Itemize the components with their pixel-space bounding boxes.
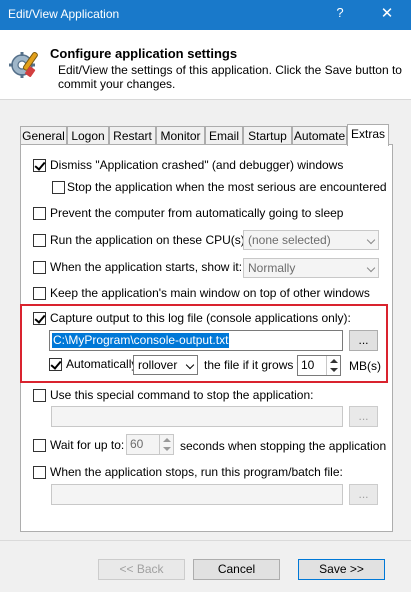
arrow-down-icon <box>330 368 338 372</box>
log-file-browse-button[interactable]: ... <box>349 330 378 351</box>
stop-serious-checkbox[interactable] <box>52 181 65 194</box>
log-file-path-value: C:\MyProgram\console-output.txt <box>52 333 230 348</box>
rollover-mode-value: rollover <box>138 358 178 372</box>
close-button[interactable]: ✕ <box>377 4 397 24</box>
run-on-stop-row[interactable]: When the application stops, run this pro… <box>33 465 373 481</box>
run-on-stop-checkbox[interactable] <box>33 466 46 479</box>
wait-seconds-spin-buttons[interactable] <box>159 435 173 454</box>
arrow-down-icon <box>163 447 171 451</box>
show-on-start-label: When the application starts, show it: <box>50 260 243 274</box>
stop-command-label: Use this special command to stop the app… <box>50 388 314 402</box>
log-file-path-input[interactable]: C:\MyProgram\console-output.txt <box>49 330 343 351</box>
keep-on-top-row[interactable]: Keep the application's main window on to… <box>33 286 373 302</box>
stop-command-checkbox[interactable] <box>33 389 46 402</box>
run-on-stop-browse-button[interactable]: ... <box>349 484 378 505</box>
grows-to-label: the file if it grows to <box>204 358 307 372</box>
arrow-up-icon <box>163 438 171 442</box>
rollover-mode-select[interactable]: rollover <box>133 355 198 375</box>
run-on-cpus-row[interactable]: Run the application on these CPU(s): <box>33 233 248 249</box>
dialog-header: Configure application settings Edit/View… <box>0 30 411 100</box>
back-button[interactable]: << Back <box>98 559 185 580</box>
wait-seconds-suffix: seconds when stopping the application <box>180 439 387 453</box>
log-size-spin-buttons[interactable] <box>326 356 340 375</box>
stop-command-row[interactable]: Use this special command to stop the app… <box>33 388 373 404</box>
log-size-value: 10 <box>301 358 315 372</box>
chevron-down-icon <box>185 360 195 370</box>
title-bar: Edit/View Application ? ✕ <box>0 0 411 30</box>
settings-gear-icon <box>9 51 38 78</box>
footer-divider <box>0 540 411 541</box>
tab-monitor[interactable]: Monitor <box>156 126 205 145</box>
show-on-start-checkbox[interactable] <box>33 261 46 274</box>
capture-output-label: Capture output to this log file (console… <box>50 311 351 325</box>
dismiss-crashed-row[interactable]: Dismiss "Application crashed" (and debug… <box>33 158 373 174</box>
header-title: Configure application settings <box>50 46 238 61</box>
tab-logon[interactable]: Logon <box>67 126 109 145</box>
window-title: Edit/View Application <box>8 7 120 21</box>
stop-serious-row[interactable]: Stop the application when the most serio… <box>52 180 387 196</box>
run-on-cpus-checkbox[interactable] <box>33 234 46 247</box>
prevent-sleep-label: Prevent the computer from automatically … <box>50 206 344 220</box>
wait-for-label: Wait for up to: <box>50 438 125 452</box>
chevron-down-icon <box>366 263 376 273</box>
keep-on-top-label: Keep the application's main window on to… <box>50 286 370 300</box>
show-mode-value: Normally <box>248 261 296 275</box>
auto-rollover-row[interactable]: Automatically <box>49 357 139 373</box>
tab-extras[interactable]: Extras <box>347 124 389 146</box>
prevent-sleep-checkbox[interactable] <box>33 207 46 220</box>
cancel-button[interactable]: Cancel <box>193 559 280 580</box>
save-button[interactable]: Save >> <box>298 559 385 580</box>
auto-rollover-label: Automatically <box>66 357 138 371</box>
tab-restart[interactable]: Restart <box>109 126 156 145</box>
auto-rollover-checkbox[interactable] <box>49 358 62 371</box>
arrow-up-icon <box>330 359 338 363</box>
wait-for-checkbox[interactable] <box>33 439 46 452</box>
wait-seconds-stepper[interactable]: 60 <box>126 434 174 455</box>
dismiss-crashed-checkbox[interactable] <box>33 159 46 172</box>
stop-command-browse-button[interactable]: ... <box>349 406 378 427</box>
run-on-stop-label: When the application stops, run this pro… <box>50 465 343 479</box>
run-on-stop-input[interactable] <box>51 484 343 505</box>
capture-output-checkbox[interactable] <box>33 312 46 325</box>
cpu-select[interactable]: (none selected) <box>243 230 379 250</box>
tab-email[interactable]: Email <box>205 126 243 145</box>
tab-startup[interactable]: Startup <box>243 126 292 145</box>
stop-serious-label: Stop the application when the most serio… <box>67 180 387 194</box>
wait-for-row[interactable]: Wait for up to: <box>33 438 128 454</box>
wait-seconds-value: 60 <box>130 437 144 451</box>
stop-command-input[interactable] <box>51 406 343 427</box>
show-mode-select[interactable]: Normally <box>243 258 379 278</box>
run-on-cpus-label: Run the application on these CPU(s): <box>50 233 249 247</box>
cpu-select-value: (none selected) <box>248 233 331 247</box>
dismiss-crashed-label: Dismiss "Application crashed" (and debug… <box>50 158 344 172</box>
header-description: Edit/View the settings of this applicati… <box>58 63 402 91</box>
tab-general[interactable]: General <box>20 126 67 145</box>
capture-output-row[interactable]: Capture output to this log file (console… <box>33 311 373 327</box>
show-on-start-row[interactable]: When the application starts, show it: <box>33 260 243 276</box>
log-size-stepper[interactable]: 10 <box>297 355 341 376</box>
log-size-unit: MB(s) <box>349 359 381 373</box>
prevent-sleep-row[interactable]: Prevent the computer from automatically … <box>33 206 373 222</box>
tab-automate[interactable]: Automate <box>292 126 347 145</box>
keep-on-top-checkbox[interactable] <box>33 287 46 300</box>
chevron-down-icon <box>366 235 376 245</box>
help-button[interactable]: ? <box>330 5 350 25</box>
